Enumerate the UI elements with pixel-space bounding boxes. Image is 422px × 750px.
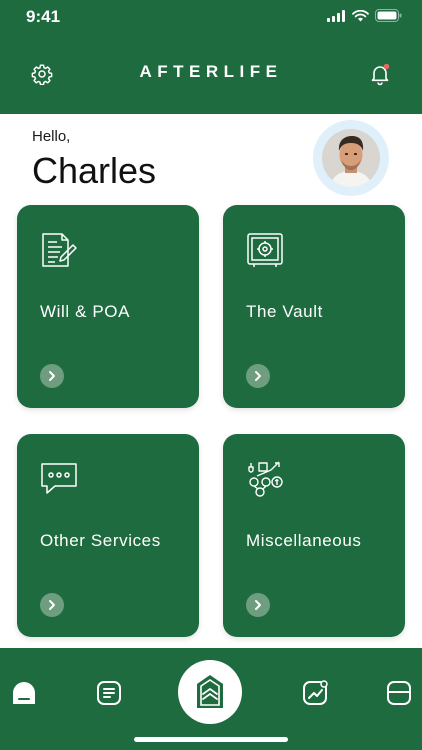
chat-bubble-icon bbox=[41, 463, 77, 494]
chevron-right-icon bbox=[255, 600, 261, 610]
tab-folder[interactable] bbox=[384, 678, 414, 708]
list-icon bbox=[97, 681, 121, 705]
status-time: 9:41 bbox=[26, 7, 61, 26]
notifications-button[interactable] bbox=[364, 58, 396, 90]
avatar-photo bbox=[322, 129, 380, 187]
wifi-icon bbox=[352, 9, 369, 21]
card-arrow-button[interactable] bbox=[40, 364, 64, 388]
card-label: Will & POA bbox=[40, 302, 131, 321]
folder-icon bbox=[387, 681, 411, 705]
chevron-right-icon bbox=[49, 371, 55, 381]
bell-icon bbox=[371, 63, 390, 86]
card-other-services[interactable]: Other Services bbox=[17, 434, 199, 637]
tools-coins-icon bbox=[248, 461, 283, 497]
home-indicator[interactable] bbox=[134, 737, 288, 742]
safe-icon bbox=[247, 233, 283, 267]
growth-chart-icon bbox=[303, 680, 328, 705]
app-header: AFTERLIFE bbox=[0, 34, 422, 114]
tab-center-logo[interactable] bbox=[178, 660, 242, 724]
card-arrow-button[interactable] bbox=[246, 364, 270, 388]
tab-documents[interactable] bbox=[94, 678, 124, 708]
card-arrow-button[interactable] bbox=[246, 593, 270, 617]
avatar[interactable] bbox=[313, 120, 389, 196]
tab-home[interactable] bbox=[9, 678, 39, 708]
signal-icon bbox=[327, 9, 345, 22]
battery-icon bbox=[375, 9, 402, 22]
bottom-tab-bar bbox=[0, 648, 422, 750]
greeting-text: Hello, bbox=[32, 128, 71, 145]
chevron-right-icon bbox=[255, 371, 261, 381]
status-bar: 9:41 bbox=[0, 0, 422, 34]
card-arrow-button[interactable] bbox=[40, 593, 64, 617]
status-icons bbox=[327, 9, 402, 22]
card-label: Other Services bbox=[40, 531, 161, 550]
card-will-poa[interactable]: Will & POA bbox=[17, 205, 199, 408]
card-miscellaneous[interactable]: Miscellaneous bbox=[223, 434, 405, 637]
card-label: Miscellaneous bbox=[246, 531, 362, 550]
home-icon bbox=[13, 682, 35, 704]
logo-icon bbox=[197, 675, 223, 708]
chevron-right-icon bbox=[49, 600, 55, 610]
tab-growth[interactable] bbox=[300, 678, 330, 708]
app-title: AFTERLIFE bbox=[139, 62, 283, 81]
user-name: Charles bbox=[32, 150, 157, 191]
card-the-vault[interactable]: The Vault bbox=[223, 205, 405, 408]
document-pen-icon bbox=[42, 233, 77, 267]
card-label: The Vault bbox=[246, 302, 323, 321]
